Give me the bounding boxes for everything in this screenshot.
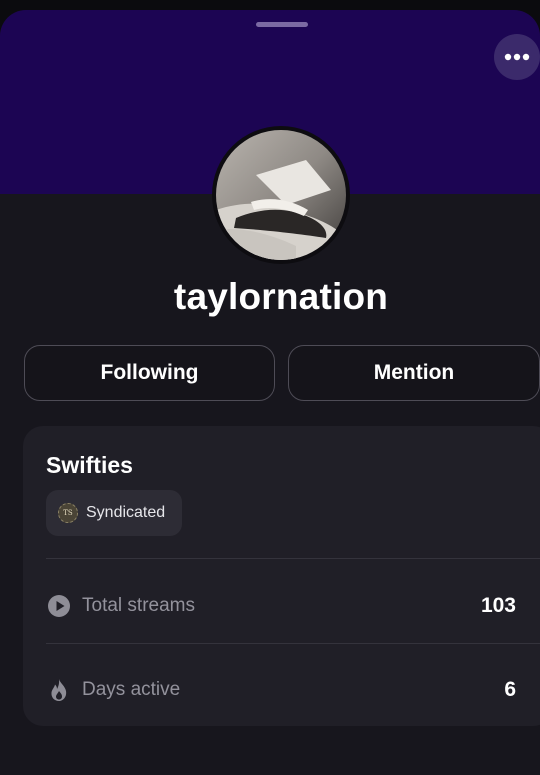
following-button[interactable]: Following [24, 345, 275, 401]
mention-button[interactable]: Mention [288, 345, 540, 401]
ts-seal-icon: TS [58, 503, 78, 523]
ellipsis-icon [504, 53, 530, 61]
profile-username: taylornation [173, 276, 389, 317]
stat-label: Days active [82, 679, 181, 700]
community-title: Swifties [46, 452, 133, 478]
stat-value: 103 [480, 594, 516, 617]
badge-label: Syndicated [86, 504, 166, 521]
flame-icon [46, 677, 72, 703]
avatar-image [216, 130, 346, 260]
divider [46, 558, 540, 559]
stat-row-days-active: Days active 6 [46, 670, 516, 710]
stat-value: 6 [504, 678, 516, 701]
play-circle-icon [46, 593, 72, 619]
more-options-button[interactable] [494, 34, 540, 80]
avatar[interactable] [212, 126, 350, 264]
stat-label: Total streams [82, 595, 195, 616]
profile-sheet: taylornation Following Mention Swifties … [0, 10, 540, 775]
drag-handle[interactable] [256, 22, 308, 27]
syndicated-badge[interactable]: TS Syndicated [46, 490, 182, 536]
stat-row-total-streams: Total streams 103 [46, 586, 516, 626]
divider [46, 643, 540, 644]
community-card: Swifties TS Syndicated Total streams 103 [23, 426, 540, 726]
